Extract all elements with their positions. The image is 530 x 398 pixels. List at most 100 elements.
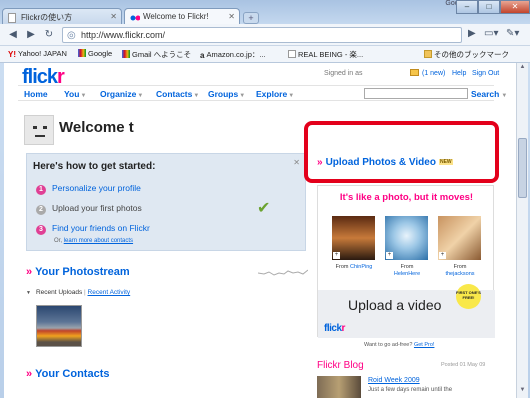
flickr-nav: Home You▼ Organize▼ Contacts▼ Groups▼ Ex… [18, 85, 507, 101]
page-menu-icon[interactable]: ▭▾ [484, 28, 498, 42]
help-link[interactable]: Help [452, 70, 466, 77]
learn-contacts-link[interactable]: learn more about contacts [64, 238, 133, 244]
blog-post-link[interactable]: Roid Week 2009 [368, 377, 420, 384]
nav-explore[interactable]: Explore▼ [256, 89, 294, 99]
step-find-friends[interactable]: 3 Find your friends on Flickr [36, 223, 150, 235]
scroll-up-icon[interactable]: ▲ [518, 64, 527, 74]
tab-welcome-to-flickr[interactable]: Welcome to Flickr! ✕ [124, 8, 240, 25]
nav-home[interactable]: Home [24, 89, 48, 99]
bookmark-other[interactable]: その他のブックマーク [424, 49, 509, 60]
upload-photos-link[interactable]: » Upload Photos & Video NEW [317, 157, 453, 168]
get-pro-link[interactable]: Get Pro! [414, 342, 434, 348]
tab-label: Flickrの使い方 [21, 13, 73, 22]
reload-icon[interactable]: ↻ [42, 28, 56, 42]
new-badge: NEW [438, 159, 453, 165]
browser-window: Flickrの使い方 ✕ Welcome to Flickr! ✕ + Goog… [0, 0, 530, 398]
mail-icon[interactable] [410, 69, 419, 76]
play-icon: + [439, 252, 446, 259]
learn-contacts-line: Or, learn more about contacts [54, 238, 134, 244]
photostream-heading[interactable]: » Your Photostream [26, 266, 130, 278]
amazon-favicon-icon: a [200, 51, 205, 60]
photo-thumbnail[interactable] [36, 305, 82, 347]
scroll-down-icon[interactable]: ▼ [518, 387, 527, 397]
dropdown-arrow-icon: ▼ [239, 93, 246, 99]
nav-you[interactable]: You▼ [64, 89, 86, 99]
vertical-scrollbar[interactable]: ▲ ▼ [516, 63, 528, 398]
nav-organize[interactable]: Organize▼ [100, 89, 143, 99]
highlight-box [304, 121, 499, 183]
tab-label: Welcome to Flickr! [143, 12, 209, 21]
address-bar[interactable]: ◎ http://www.flickr.com/ [62, 27, 462, 43]
mail-new-link[interactable]: (1 new) [422, 70, 445, 77]
get-started-panel: Here's how to get started: ✕ 1 Personaliz… [26, 153, 306, 251]
play-icon: + [333, 252, 340, 259]
buddy-icon[interactable] [24, 115, 54, 145]
tab-close-icon[interactable]: ✕ [228, 12, 235, 21]
dropdown-arrow-icon: ▼ [501, 93, 508, 99]
ad-flickr-logo: flickr [324, 323, 345, 334]
tab-close-icon[interactable]: ✕ [110, 12, 117, 21]
step-upload[interactable]: 2 Upload your first photos [36, 203, 142, 215]
scrollbar-thumb[interactable] [518, 138, 527, 198]
page-favicon-icon [8, 13, 17, 23]
recent-activity-link[interactable]: Recent Activity [88, 289, 131, 296]
close-icon[interactable]: ✕ [293, 158, 300, 167]
search-input[interactable] [364, 88, 468, 99]
bookmarks-bar: Y! Yahoo! JAPAN Google Gmail へようこそ a Amazo… [0, 46, 530, 63]
gmail-favicon-icon [122, 50, 130, 58]
flickr-favicon-icon [130, 13, 141, 23]
checkmark-icon: ✔ [257, 200, 271, 217]
blog-heading[interactable]: Flickr Blog [317, 360, 364, 371]
blog-thumbnail[interactable] [317, 376, 361, 398]
signed-in-label: Signed in as [324, 70, 363, 77]
ad-photo-3[interactable]: + [438, 216, 481, 260]
tab-flickr-howto[interactable]: Flickrの使い方 ✕ [2, 8, 122, 25]
address-text: http://www.flickr.com/ [81, 30, 166, 40]
ad-credit-1: From ChinPing [335, 264, 373, 270]
bookmark-amazon[interactable]: a Amazon.co.jp：... [200, 49, 266, 60]
step-personalize[interactable]: 1 Personalize your profile [36, 183, 141, 195]
dropdown-arrow-icon: ▼ [137, 93, 144, 99]
recent-uploads-label: Recent Uploads [35, 289, 83, 296]
wrench-icon[interactable]: ✎▾ [506, 28, 519, 42]
ad-free-line: Want to go ad-free? Get Pro! [364, 342, 435, 348]
search-button[interactable]: Search ▼ [471, 89, 507, 99]
bookmark-real-being[interactable]: REAL BEING - 楽... [288, 49, 363, 60]
collapse-triangle-icon[interactable]: ▼ [26, 290, 31, 296]
page-favicon-icon [288, 50, 296, 58]
get-started-heading: Here's how to get started: [33, 161, 156, 172]
welcome-heading: Welcome t [59, 119, 134, 136]
ad-tagline: It's like a photo, but it moves! [339, 192, 474, 203]
video-ad[interactable]: It's like a photo, but it moves! + + + F… [317, 185, 495, 338]
back-arrow-icon[interactable]: ◀ [6, 28, 20, 42]
sign-out-link[interactable]: Sign Out [472, 70, 499, 77]
nav-groups[interactable]: Groups▼ [208, 89, 245, 99]
google-favicon-icon [78, 49, 86, 57]
play-icon: + [386, 252, 393, 259]
close-window-button[interactable]: ✕ [500, 0, 530, 14]
minimize-button[interactable]: – [456, 0, 478, 14]
nav-contacts[interactable]: Contacts▼ [156, 89, 199, 99]
ad-credit-2: From HelenHere [393, 264, 421, 277]
bookmark-gmail[interactable]: Gmail へようこそ [122, 49, 191, 60]
forward-arrow-icon[interactable]: ▶ [24, 28, 38, 42]
ad-headline: Upload a video [348, 297, 442, 313]
blog-excerpt: Just a few days remain until the [368, 387, 453, 393]
globe-icon: ◎ [67, 30, 76, 41]
go-arrow-icon[interactable]: ▶ [468, 28, 476, 42]
bookmark-yahoo[interactable]: Y! Yahoo! JAPAN [8, 49, 67, 59]
ad-photo-1[interactable]: + [332, 216, 375, 260]
page-viewport: flickr Signed in as (1 new) Help Sign Ou… [4, 63, 516, 398]
blog-posted-date: Posted 01 May 09 [441, 362, 486, 368]
yahoo-favicon-icon: Y! [8, 50, 16, 59]
activity-sparkline-icon [258, 269, 308, 276]
maximize-button[interactable]: □ [478, 0, 500, 14]
bookmark-google[interactable]: Google [78, 49, 112, 58]
dropdown-arrow-icon: ▼ [80, 93, 87, 99]
contacts-heading[interactable]: » Your Contacts [26, 368, 109, 380]
tab-strip: Flickrの使い方 ✕ Welcome to Flickr! ✕ + Goog… [0, 0, 530, 25]
new-tab-button[interactable]: + [243, 12, 259, 24]
ad-photo-2[interactable]: + [385, 216, 428, 260]
recent-uploads-bar: ▼ Recent Uploads | Recent Activity [26, 289, 131, 296]
browser-toolbar: ◀ ▶ ↻ ◎ http://www.flickr.com/ ▶ ▭▾ ✎▾ [0, 24, 530, 46]
